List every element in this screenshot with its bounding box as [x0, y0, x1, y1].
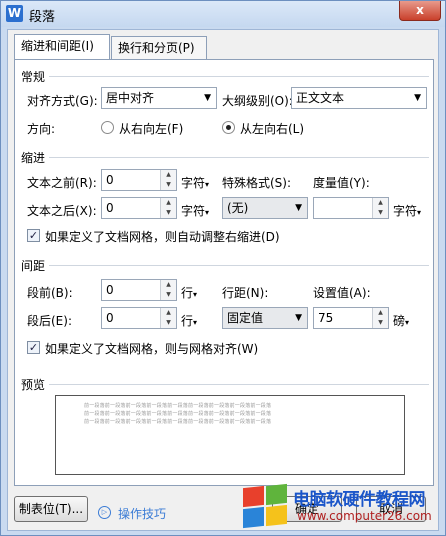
windows-logo-icon: [241, 483, 289, 529]
space-after-value: 0: [106, 311, 114, 325]
preview-box: 前一段落前一段落前一段落前一段落前一段落前一段落前一段落前一段落前一段落 前一段…: [55, 395, 405, 475]
special-format-value: (无): [227, 201, 249, 215]
space-after-label: 段后(E):: [27, 314, 72, 328]
space-after-unit[interactable]: 行▾: [181, 312, 197, 329]
close-button[interactable]: x: [399, 1, 441, 21]
tab-line-page-breaks[interactable]: 换行和分页(P): [111, 36, 207, 59]
chevron-down-icon: ▼: [414, 93, 421, 103]
snap-to-grid-checkbox[interactable]: ✓: [27, 341, 40, 354]
rtl-label: 从右向左(F): [119, 122, 184, 136]
indent-after-value: 0: [106, 201, 114, 215]
space-before-value: 0: [106, 283, 114, 297]
unit-text: 行: [181, 286, 194, 300]
tips-link[interactable]: 操作技巧: [118, 505, 166, 522]
tab-panel: 常规 对齐方式(G): 居中对齐 ▼ 大纲级别(O): 正文文本 ▼ 方向: 从…: [14, 59, 434, 486]
unit-text: 字符: [181, 204, 206, 218]
alignment-value: 居中对齐: [106, 91, 155, 105]
watermark-title: 电脑软硬件教程网: [293, 490, 426, 510]
play-icon[interactable]: ▷: [98, 506, 111, 519]
divider: [49, 265, 429, 266]
indent-after-label: 文本之后(X):: [27, 204, 97, 218]
space-before-unit[interactable]: 行▾: [181, 284, 197, 301]
space-after-input[interactable]: 0 ▲ ▼: [101, 307, 177, 329]
indent-before-label: 文本之前(R):: [27, 176, 97, 190]
special-format-label: 特殊格式(S):: [222, 176, 292, 190]
preview-line: 前一段落前一段落前一段落前一段落前一段落前一段落前一段落前一段落前一段落: [84, 411, 272, 417]
indent-after-input[interactable]: 0 ▲ ▼: [101, 197, 177, 219]
indent-before-value: 0: [106, 173, 114, 187]
outline-level-value: 正文文本: [296, 91, 345, 105]
setting-value: 75: [318, 311, 334, 325]
snap-to-grid-label: 如果定义了文档网格，则与网格对齐(W): [45, 342, 259, 356]
tab-indent-spacing[interactable]: 缩进和间距(I): [14, 34, 110, 59]
general-heading: 常规: [21, 70, 46, 84]
measure-unit[interactable]: 字符▾: [393, 202, 421, 219]
outline-level-select[interactable]: 正文文本 ▼: [291, 87, 427, 109]
dialog-body: 缩进和间距(I) 换行和分页(P) 常规 对齐方式(G): 居中对齐 ▼ 大纲级…: [7, 29, 439, 531]
measure-input[interactable]: ▲ ▼: [313, 197, 389, 219]
title-bar: W 段落 x: [1, 1, 445, 27]
ltr-radio[interactable]: [222, 121, 235, 134]
unit-text: 字符: [393, 204, 418, 218]
setting-value-label: 设置值(A):: [313, 286, 371, 300]
tab-stops-button[interactable]: 制表位(T)...: [14, 496, 88, 522]
auto-adjust-indent-checkbox[interactable]: ✓: [27, 229, 40, 242]
line-spacing-value: 固定值: [227, 311, 264, 325]
divider: [49, 384, 429, 385]
line-spacing-select[interactable]: 固定值 ▼: [222, 307, 308, 329]
wps-writer-icon: W: [6, 5, 23, 22]
ltr-label: 从左向右(L): [240, 122, 305, 136]
preview-heading: 预览: [21, 378, 46, 392]
setting-value-input[interactable]: 75 ▲ ▼: [313, 307, 389, 329]
outline-level-label: 大纲级别(O):: [222, 94, 293, 108]
indent-heading: 缩进: [21, 151, 46, 165]
chevron-down-icon: ▼: [295, 313, 302, 323]
chevron-down-icon: ▼: [295, 203, 302, 213]
rtl-radio[interactable]: [101, 121, 114, 134]
spinner-icon[interactable]: ▲ ▼: [160, 280, 176, 300]
line-spacing-label: 行距(N):: [222, 286, 269, 300]
paragraph-dialog: W 段落 x 缩进和间距(I) 换行和分页(P) 常规 对齐方式(G): 居中对…: [0, 0, 446, 536]
special-format-select[interactable]: (无) ▼: [222, 197, 308, 219]
auto-adjust-indent-label: 如果定义了文档网格，则自动调整右缩进(D): [45, 230, 280, 244]
chevron-down-icon: ▼: [204, 93, 211, 103]
dialog-title: 段落: [29, 10, 56, 25]
watermark-url: www.computer26.com: [297, 509, 432, 523]
unit-text: 行: [181, 314, 194, 328]
spinner-icon[interactable]: ▲ ▼: [372, 308, 388, 328]
spacing-heading: 间距: [21, 259, 46, 273]
divider: [49, 76, 429, 77]
unit-text: 字符: [181, 176, 206, 190]
spinner-icon[interactable]: ▲ ▼: [160, 198, 176, 218]
setting-value-unit[interactable]: 磅▾: [393, 312, 409, 329]
alignment-label: 对齐方式(G):: [27, 94, 98, 108]
alignment-select[interactable]: 居中对齐 ▼: [101, 87, 217, 109]
measure-label: 度量值(Y):: [313, 176, 370, 190]
indent-before-unit[interactable]: 字符▾: [181, 174, 209, 191]
indent-before-input[interactable]: 0 ▲ ▼: [101, 169, 177, 191]
space-before-label: 段前(B):: [27, 286, 73, 300]
indent-after-unit[interactable]: 字符▾: [181, 202, 209, 219]
watermark: 电脑软硬件教程网 www.computer26.com: [241, 483, 441, 529]
divider: [49, 157, 429, 158]
unit-text: 磅: [393, 314, 406, 328]
space-before-input[interactable]: 0 ▲ ▼: [101, 279, 177, 301]
spinner-icon[interactable]: ▲ ▼: [372, 198, 388, 218]
preview-line: 前一段落前一段落前一段落前一段落前一段落前一段落前一段落前一段落前一段落: [84, 403, 272, 409]
direction-label: 方向:: [27, 122, 56, 136]
spinner-icon[interactable]: ▲ ▼: [160, 170, 176, 190]
preview-line: 前一段落前一段落前一段落前一段落前一段落前一段落前一段落前一段落前一段落: [84, 419, 272, 425]
spinner-icon[interactable]: ▲ ▼: [160, 308, 176, 328]
